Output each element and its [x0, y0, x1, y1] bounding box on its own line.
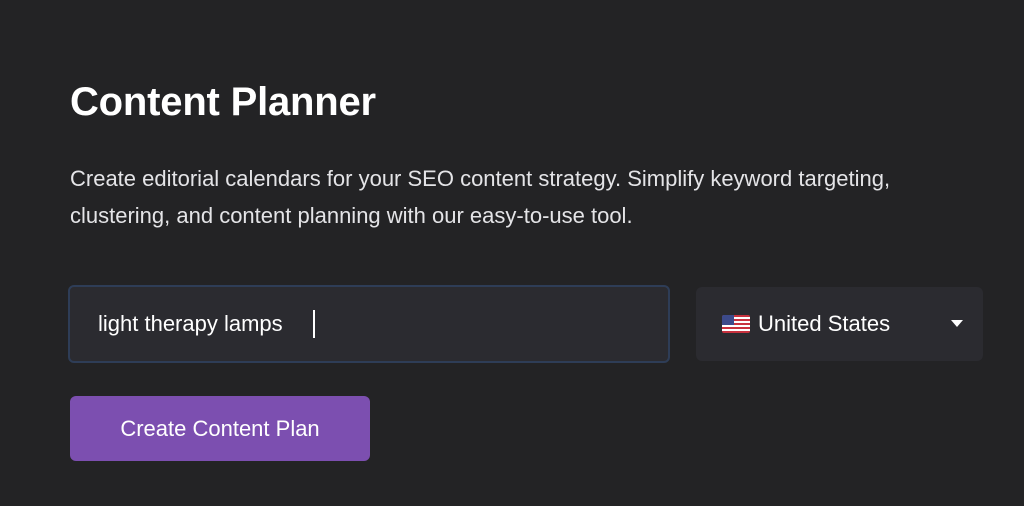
us-flag-icon [722, 315, 750, 333]
country-select[interactable]: United States [696, 287, 983, 361]
keyword-input[interactable] [68, 285, 670, 363]
country-select-label: United States [758, 311, 891, 336]
page-title: Content Planner [70, 80, 376, 124]
content-planner-page: Content Planner Create editorial calenda… [0, 0, 1024, 506]
text-caret [313, 310, 315, 338]
chevron-down-icon [951, 320, 963, 327]
flag-canton [722, 315, 734, 325]
create-content-plan-button[interactable]: Create Content Plan [70, 396, 370, 461]
page-description: Create editorial calendars for your SEO … [70, 166, 891, 228]
